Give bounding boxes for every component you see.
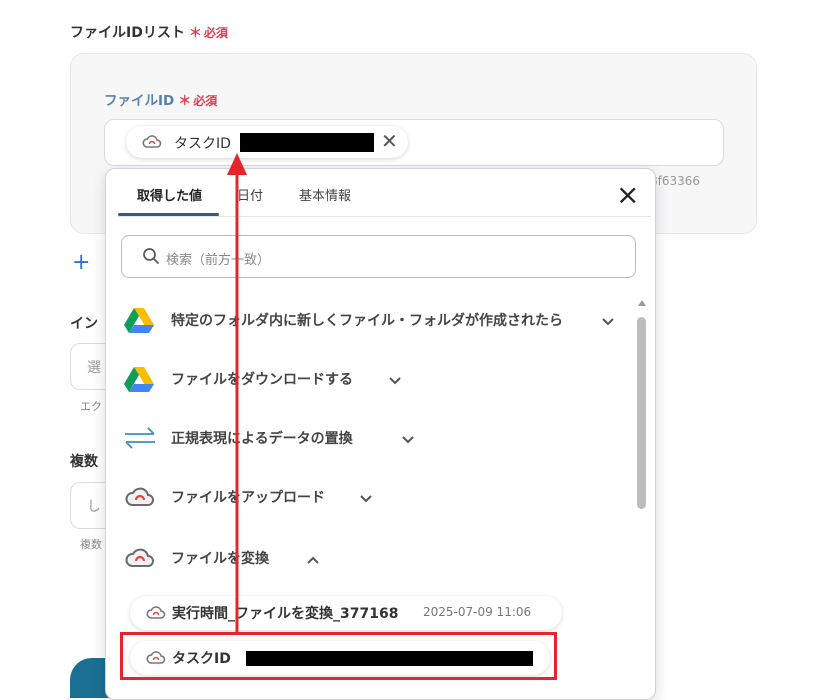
annotation-arrow [227,153,247,633]
